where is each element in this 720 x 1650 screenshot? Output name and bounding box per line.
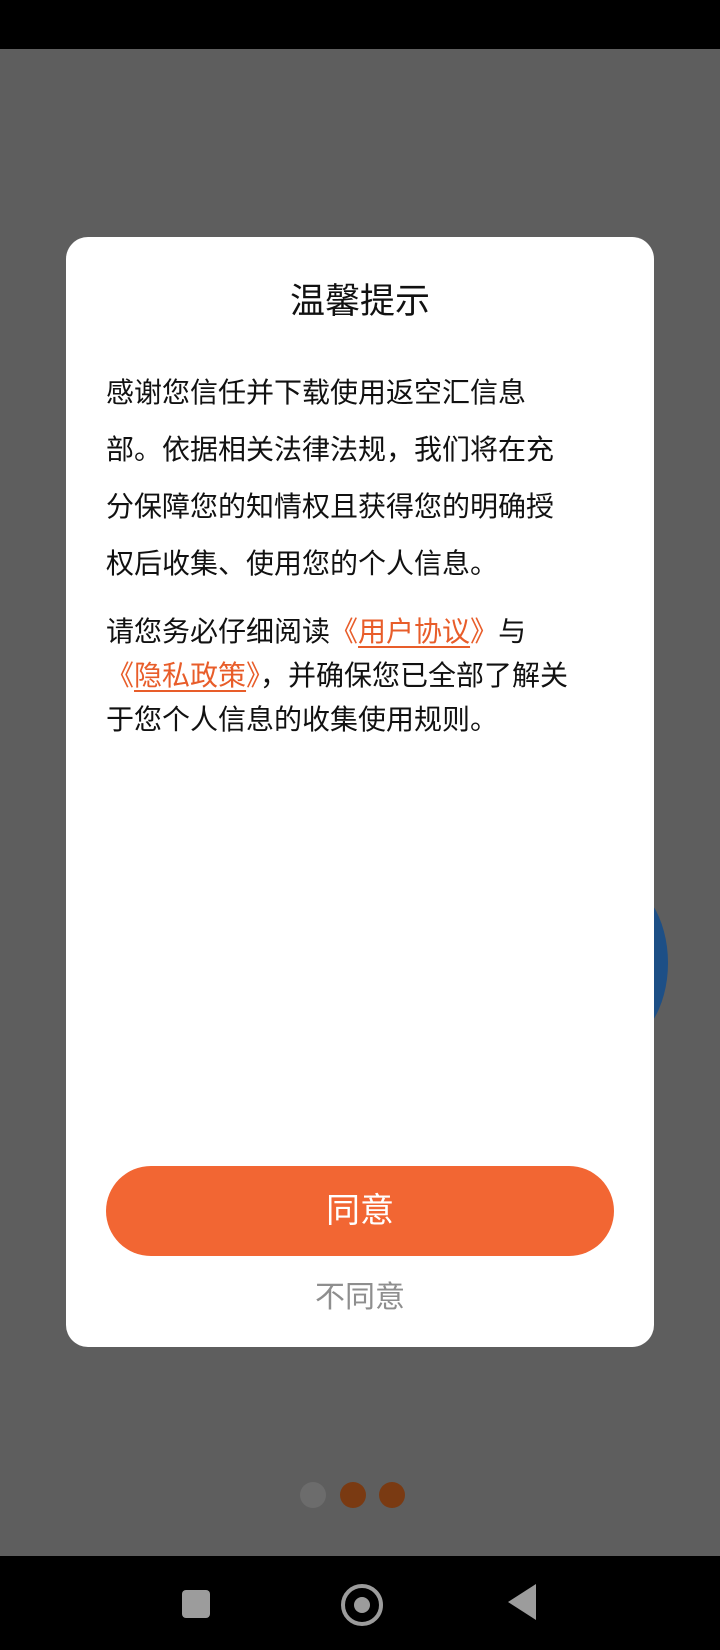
agreement-conjunction: 与 [498, 615, 527, 648]
intro-line: 权后收集、使用您的个人信息。 [106, 547, 499, 580]
intro-line: 部。依据相关法律法规，我们将在充 [106, 433, 555, 466]
intro-line: 感谢您信任并下载使用返空汇信息 [106, 376, 527, 409]
intro-paragraph: 感谢您信任并下载使用返空汇信息 部。依据相关法律法规，我们将在充 分保障您的知情… [106, 364, 606, 592]
agreement-line-1: 请您务必仔细阅读《用户协议》与 [106, 610, 626, 654]
agreement-line-2: 《隐私政策》，并确保您已全部了解关 [106, 654, 626, 698]
agree-button[interactable]: 同意 [106, 1166, 614, 1256]
agreement-line-3: 于您个人信息的收集使用规则。 [106, 703, 499, 736]
pager-dot [340, 1482, 366, 1508]
link-open-quote: 《 [330, 615, 359, 648]
link-close-quote: 》 [246, 659, 261, 692]
disagree-button[interactable]: 不同意 [0, 1278, 720, 1318]
intro-line: 分保障您的知情权且获得您的明确授 [106, 490, 555, 523]
pager-dot [300, 1482, 326, 1508]
agreement-suffix: ，并确保您已全部了解关 [260, 659, 569, 692]
status-bar [0, 0, 720, 49]
user-agreement-link[interactable]: 《用户协议》 [330, 615, 498, 648]
dialog-title: 温馨提示 [289, 282, 430, 322]
privacy-policy-link[interactable]: 《隐私政策》 [106, 659, 260, 692]
link-open-quote: 《 [106, 659, 135, 692]
home-icon-center [354, 1597, 370, 1613]
link-close-quote: 》 [470, 615, 499, 648]
privacy-policy-link-text[interactable]: 隐私政策 [134, 659, 246, 692]
user-agreement-link-text[interactable]: 用户协议 [358, 615, 470, 648]
pager-dot [379, 1482, 405, 1508]
back-icon[interactable] [508, 1584, 538, 1620]
agreement-prefix: 请您务必仔细阅读 [106, 615, 331, 648]
recents-icon[interactable] [182, 1590, 210, 1618]
agreement-paragraph: 请您务必仔细阅读《用户协议》与 《隐私政策》，并确保您已全部了解关 于您个人信息… [106, 610, 626, 742]
home-icon[interactable] [341, 1584, 383, 1626]
